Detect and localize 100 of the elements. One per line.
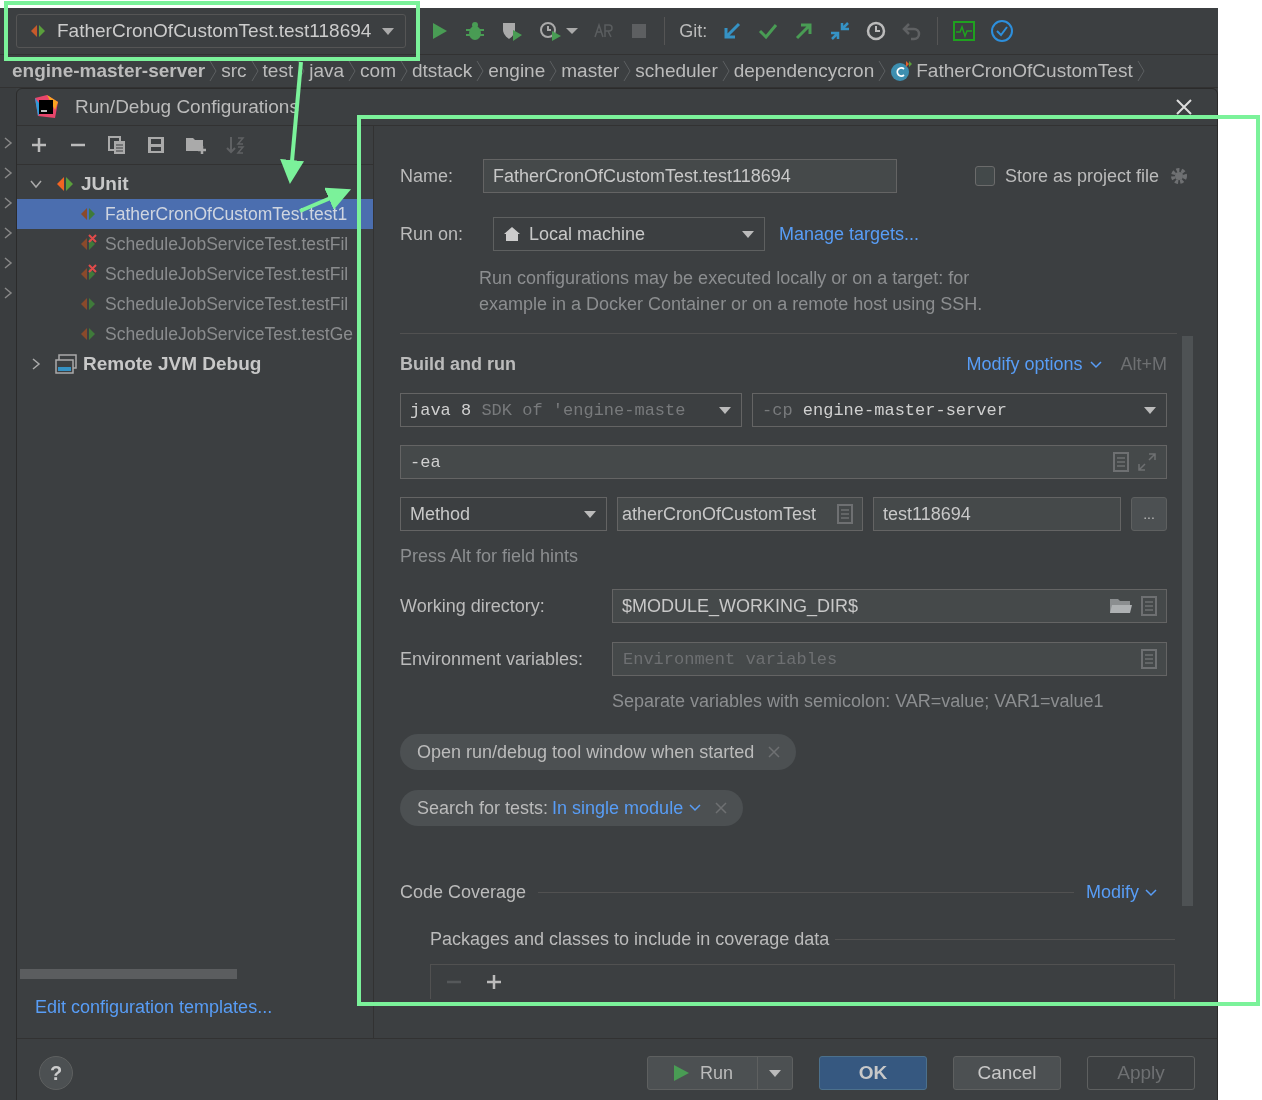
tree-item[interactable]: ScheduleJobServiceTest.testFil <box>17 229 373 259</box>
option-chip[interactable]: Open run/debug tool window when started <box>400 734 797 770</box>
edit-templates-link[interactable]: Edit configuration templates... <box>35 997 373 1018</box>
monitor-icon[interactable] <box>952 20 977 42</box>
field-label: Run on: <box>400 223 465 245</box>
clock-icon[interactable] <box>865 20 888 42</box>
expand-icon[interactable] <box>1137 452 1157 472</box>
git-label: Git: <box>679 20 708 42</box>
chevron-icon <box>721 60 730 82</box>
checkbox-label: Store as project file <box>1004 165 1159 187</box>
classpath-dropdown[interactable]: -cp engine-master-server <box>752 393 1167 427</box>
chevron-icon[interactable] <box>3 136 13 150</box>
chevron-icon[interactable] <box>3 286 13 300</box>
chevron-icon <box>209 60 218 82</box>
home-icon <box>503 226 521 242</box>
caret-icon <box>741 229 755 239</box>
chevron-icon[interactable] <box>3 226 13 240</box>
run-on-dropdown[interactable]: Local machine <box>493 217 765 251</box>
tree-item[interactable]: ScheduleJobServiceTest.testGe <box>17 319 373 349</box>
method-field[interactable]: test118694 <box>873 497 1121 531</box>
chevron-icon <box>878 60 887 82</box>
class-icon <box>890 60 913 82</box>
sort-icon[interactable] <box>226 135 246 155</box>
run-icon <box>672 1064 690 1082</box>
breadcrumb-item[interactable]: dtstack <box>412 60 473 82</box>
class-field[interactable]: atherCronOfCustomTest <box>617 497 863 531</box>
checkbox[interactable] <box>974 166 995 186</box>
plus-icon[interactable] <box>485 973 503 991</box>
jre-dropdown[interactable]: java 8 SDK of 'engine-maste <box>400 393 742 427</box>
tree-item[interactable]: JUnit <box>17 169 373 199</box>
tree-item[interactable]: ScheduleJobServiceTest.testFil <box>17 289 373 319</box>
chevron-icon[interactable] <box>3 256 13 270</box>
gear-icon[interactable] <box>1169 166 1189 186</box>
scrollbar[interactable] <box>20 969 237 979</box>
chevron-icon <box>476 60 485 82</box>
caret-icon[interactable] <box>768 1068 782 1078</box>
breadcrumb-item[interactable]: master <box>561 60 620 82</box>
run-config-dropdown[interactable]: FatherCronOfCustomTest.test118694 <box>16 14 407 48</box>
document-icon[interactable] <box>1141 649 1157 669</box>
field-label: Working directory: <box>400 595 546 617</box>
breadcrumb-item[interactable]: java <box>309 60 345 82</box>
chevron-icon[interactable] <box>3 196 13 210</box>
breadcrumb-item[interactable]: com <box>360 60 396 82</box>
check-circle-icon[interactable] <box>990 19 1015 43</box>
caret-icon[interactable] <box>566 27 579 35</box>
document-icon[interactable] <box>1141 596 1157 616</box>
ok-button[interactable]: OK <box>819 1056 927 1090</box>
modify-options-link[interactable]: Modify options <box>966 354 1083 375</box>
chevron-icon <box>1145 888 1157 897</box>
browse-button[interactable]: ... <box>1131 497 1167 531</box>
tree-item[interactable]: FatherCronOfCustomTest.test1 <box>17 199 373 229</box>
chevron-icon[interactable] <box>3 166 13 180</box>
breadcrumb-item[interactable]: test <box>262 60 294 82</box>
app-logo-icon <box>33 94 59 120</box>
section-title: Build and run <box>400 354 517 375</box>
remote-window-icon <box>55 354 77 374</box>
section-title: Code Coverage <box>400 882 527 903</box>
caret-icon <box>718 405 732 415</box>
folder-icon[interactable] <box>1109 597 1133 615</box>
option-value-link[interactable]: In single module <box>552 797 684 819</box>
copy-icon[interactable] <box>107 135 127 155</box>
run-on-hint: Run configurations may be executed locally or on a target: for example in a Docker Container or on a remote host using SSH. <box>479 267 984 316</box>
junit-icon <box>29 23 47 39</box>
field-hints-text: Press Alt for field hints <box>400 545 580 568</box>
chevron-icon <box>1090 360 1103 369</box>
plus-icon[interactable] <box>29 135 49 155</box>
chevron-icon <box>400 60 408 82</box>
test-kind-dropdown[interactable]: Method <box>400 497 607 531</box>
breadcrumb-item[interactable]: FatherCronOfCustomTest <box>890 60 1133 82</box>
document-icon[interactable] <box>837 504 853 524</box>
chevron-icon <box>549 60 558 82</box>
breadcrumb-item[interactable]: dependencycron <box>733 60 875 82</box>
clock-run-icon[interactable] <box>538 20 563 42</box>
cancel-button[interactable]: Cancel <box>953 1056 1061 1090</box>
save-icon[interactable] <box>146 135 166 155</box>
field-label: Environment variables: <box>400 648 585 670</box>
chevron-icon <box>623 60 632 82</box>
name-field[interactable]: FatherCronOfCustomTest.test118694 <box>483 159 897 193</box>
breadcrumb-item[interactable]: src <box>221 60 247 82</box>
breadcrumb-item[interactable]: engine <box>488 60 546 82</box>
folder-plus-icon[interactable] <box>185 135 207 155</box>
breadcrumb-item[interactable]: engine-master-server <box>12 60 206 82</box>
breadcrumb-item[interactable]: scheduler <box>635 60 718 82</box>
field-label: Name: <box>400 165 454 187</box>
help-button[interactable]: ? <box>39 1056 73 1090</box>
environment-hint: Separate variables with semicolon: VAR=value; VAR1=value1 <box>612 690 1105 713</box>
working-directory-field[interactable]: $MODULE_WORKING_DIR$ <box>612 589 1167 623</box>
chevron-icon <box>689 804 702 812</box>
run-button[interactable]: Run <box>647 1056 793 1090</box>
tree-item[interactable]: Remote JVM Debug <box>17 349 373 379</box>
junit-icon <box>55 175 75 193</box>
option-chip[interactable]: Search for tests: In single module <box>400 790 744 826</box>
tree-item[interactable]: ScheduleJobServiceTest.testFil <box>17 259 373 289</box>
chevron-icon <box>348 60 357 82</box>
manage-targets-link[interactable]: Manage targets... <box>779 223 920 245</box>
bug-icon[interactable] <box>464 20 487 42</box>
document-icon[interactable] <box>1113 452 1129 472</box>
vm-options-field[interactable]: -ea <box>400 445 1167 479</box>
merge-arrows-icon[interactable] <box>829 20 852 42</box>
modify-link[interactable]: Modify <box>1086 882 1139 903</box>
